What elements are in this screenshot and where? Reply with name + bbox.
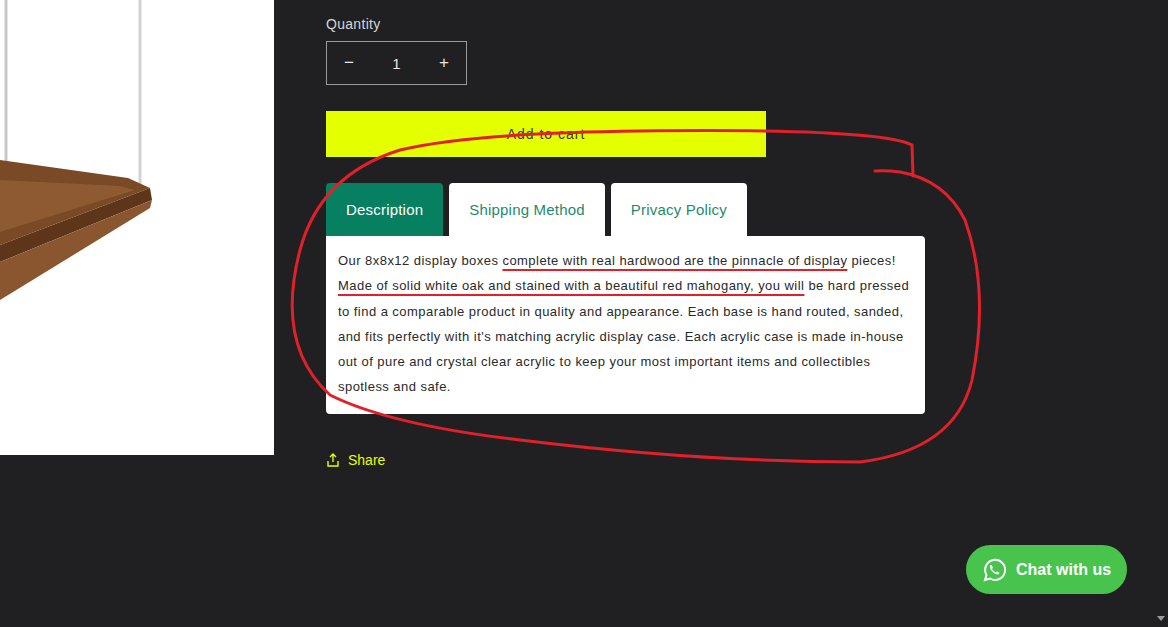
description-text: pieces!: [847, 253, 899, 268]
scroll-down-arrow[interactable]: [1157, 616, 1165, 621]
description-text: Our 8x8x12 display boxes: [338, 253, 502, 268]
add-to-cart-button[interactable]: Add to cart: [326, 111, 766, 157]
chat-button[interactable]: Chat with us: [966, 545, 1127, 594]
tab-bar: Description Shipping Method Privacy Policy: [326, 183, 747, 236]
product-image: [0, 0, 274, 455]
tab[interactable]: Shipping Method: [449, 183, 605, 236]
description-text: be hard pressed to find a comparable pro…: [338, 278, 913, 394]
description-text: Made of solid white oak and stained with…: [338, 278, 804, 293]
share-label[interactable]: Share: [348, 452, 385, 468]
tab-label[interactable]: Privacy Policy: [631, 201, 727, 218]
description-panel: Our 8x8x12 display boxes complete with r…: [326, 236, 925, 414]
tab-label[interactable]: Shipping Method: [469, 201, 585, 218]
tab[interactable]: Description: [326, 183, 443, 236]
whatsapp-icon: [980, 556, 1008, 584]
quantity-value[interactable]: 1: [371, 55, 422, 72]
product-page: Quantity −1+ Add to cart Description Shippin…: [0, 0, 1168, 468]
increment-button[interactable]: +: [422, 53, 466, 73]
display-case-picture: [0, 0, 274, 455]
tab[interactable]: Privacy Policy: [611, 183, 747, 236]
decrement-button[interactable]: −: [327, 53, 371, 73]
description-text: complete with real hardwood are the pinn…: [502, 253, 847, 268]
quantity-selector[interactable]: −1+: [326, 41, 467, 85]
red-annotation-circle: [0, 0, 1168, 627]
share-icon: [326, 453, 340, 467]
quantity-label: Quantity: [326, 15, 381, 33]
chat-label[interactable]: Chat with us: [1016, 561, 1111, 579]
tab-label[interactable]: Description: [346, 201, 423, 218]
share-button[interactable]: Share: [326, 452, 385, 468]
product-info: Quantity −1+ Add to cart Description Shippin…: [326, 0, 925, 468]
